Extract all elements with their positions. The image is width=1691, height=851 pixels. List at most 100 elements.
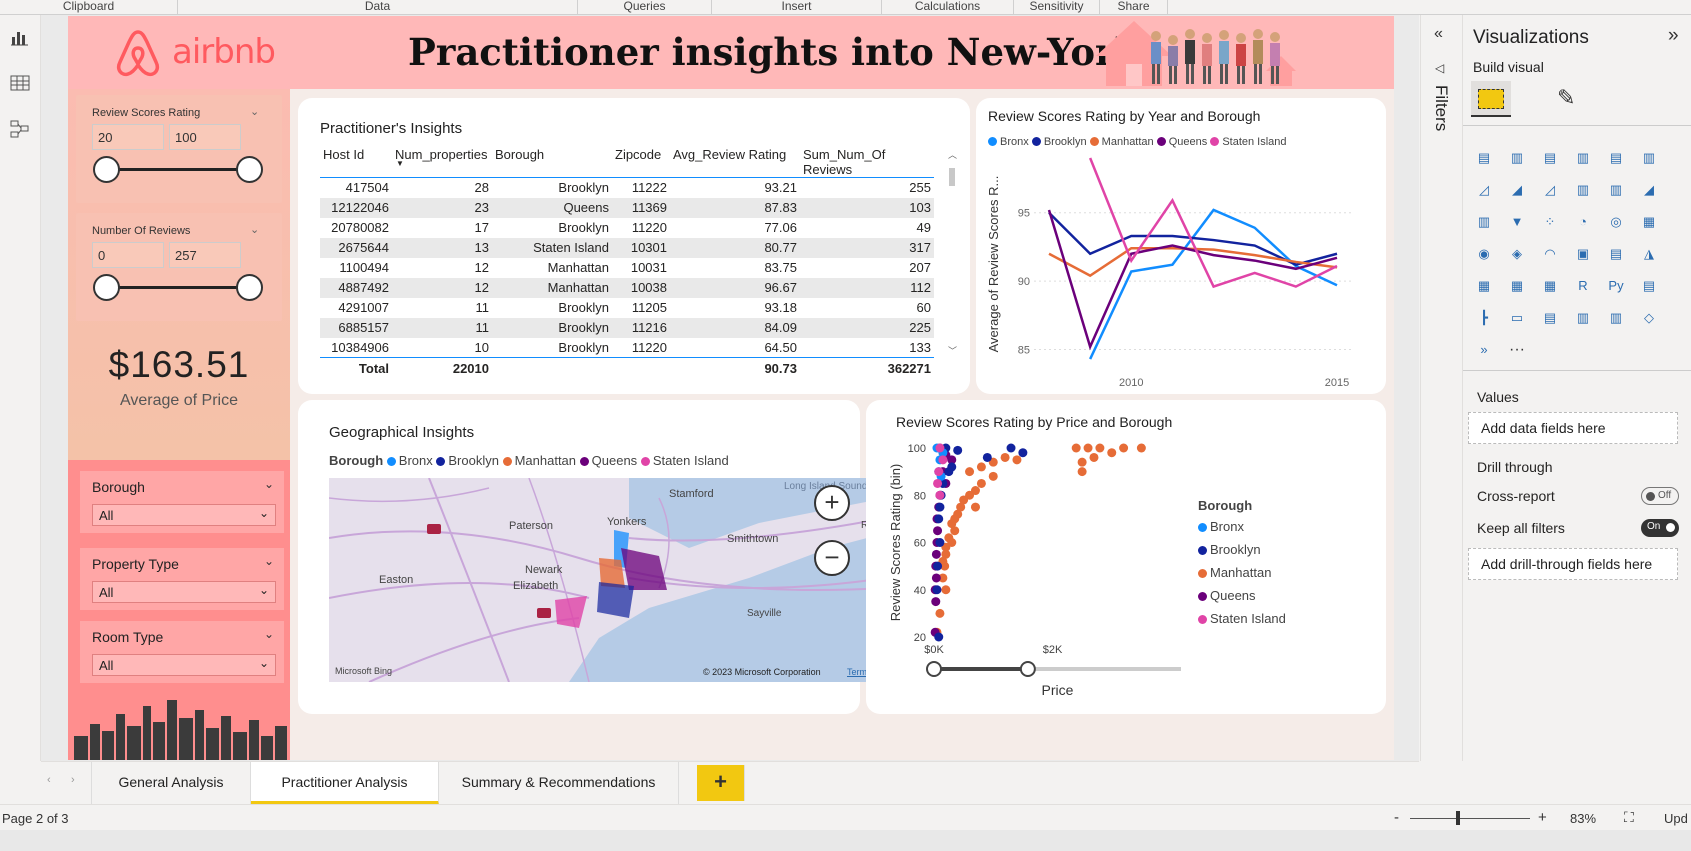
ribbon-group-insert[interactable]: Insert [712,0,882,15]
scatter-point[interactable] [1083,443,1093,453]
col-avg-review[interactable]: Avg_Review Rating [670,143,800,178]
slider-max-handle[interactable] [236,156,263,183]
scatter-point[interactable] [1077,457,1087,467]
price-slider-max-handle[interactable] [1019,661,1036,677]
pie-icon[interactable]: ◔ [1572,211,1594,233]
scatter-point[interactable] [1136,443,1146,453]
scatter-point[interactable] [970,502,980,512]
filters-label[interactable]: Filters [1431,85,1451,131]
col-sum-reviews[interactable]: Sum_Num_Of Reviews [800,143,934,178]
card-icon[interactable]: ▣ [1572,243,1594,265]
line-column-icon[interactable]: ▥ [1572,179,1594,201]
range-min-input[interactable]: 0 [92,242,164,268]
donut-icon[interactable]: ◎ [1605,211,1627,233]
ribbon-group-data[interactable]: Data [178,0,578,15]
scatter-point[interactable] [935,538,945,547]
clustered-column-icon[interactable]: ▥ [1572,147,1594,169]
tab-scroll-right-icon[interactable]: › [71,774,75,786]
scatter-point[interactable] [935,608,945,618]
zoom-slider-track[interactable] [1410,818,1530,819]
legend-queens[interactable]: Queens [1198,588,1286,603]
series-line-brooklyn[interactable] [1048,211,1338,267]
get-more-visuals-icon[interactable]: » [1473,339,1495,361]
col-borough[interactable]: Borough [492,143,612,178]
scatter-point[interactable] [931,573,941,583]
scatter-point[interactable] [1006,443,1016,453]
table-row[interactable]: 10384906 10 Brooklyn 11220 64.50 133 [320,338,934,358]
scatter-point[interactable] [934,467,944,477]
zoom-out-button[interactable]: − [814,540,850,576]
slider-min-handle[interactable] [93,274,120,301]
scatter-point[interactable] [965,467,975,477]
scroll-thumb[interactable] [949,168,955,186]
ribbon-group-clipboard[interactable]: Clipboard [0,0,178,15]
scatter-point[interactable] [976,462,986,472]
scatter-point[interactable] [1119,443,1129,453]
paginated-report-icon[interactable]: ▥ [1572,307,1594,329]
room-type-dropdown[interactable]: Room Type ⌄ All ⌄ [80,621,284,683]
table-row[interactable]: 417504 28 Brooklyn 11222 93.21 255 [320,178,934,198]
legend-manhattan[interactable]: Manhattan [502,453,576,468]
legend-manhattan[interactable]: Manhattan [1198,565,1286,580]
table-view-icon[interactable] [8,73,32,97]
cross-report-toggle[interactable]: Off [1641,487,1679,505]
col-num-properties[interactable]: Num_properties ▼ [392,143,492,178]
filter-funnel-icon[interactable]: ◁ [1435,61,1444,75]
decomposition-tree-icon[interactable]: ┣ [1473,307,1495,329]
power-automate-icon[interactable]: ◇ [1638,307,1660,329]
legend-brooklyn[interactable]: Brooklyn [1031,136,1087,148]
area-chart-icon[interactable]: ◢ [1506,179,1528,201]
borough-dropdown[interactable]: Borough ⌄ All ⌄ [80,471,284,533]
table-scrollbar[interactable]: ︿ ﹀ [948,148,957,358]
scatter-point[interactable] [976,478,986,488]
gauge-icon[interactable]: ◠ [1539,243,1561,265]
r-visual-icon[interactable]: R [1572,275,1594,297]
ribbon-chart-icon[interactable]: ◢ [1638,179,1660,201]
series-line-queens[interactable] [1047,209,1338,351]
model-view-icon[interactable] [8,119,32,143]
stacked-bar-icon[interactable]: ▤ [1473,147,1495,169]
waterfall-icon[interactable]: ▥ [1473,211,1495,233]
slicer-icon[interactable]: ▦ [1473,275,1495,297]
scatter-point[interactable] [1095,443,1105,453]
scroll-up-icon[interactable]: ︿ [948,148,957,161]
scatter-chart[interactable]: 20 40 60 80 100 $0K $2K Review Scores Rating (b… [886,436,1186,706]
tab-scroll-left-icon[interactable]: ‹ [47,774,51,786]
chevron-down-icon[interactable]: ⌄ [250,223,259,236]
values-well[interactable]: Add data fields here [1468,412,1678,444]
scatter-point[interactable] [1107,448,1117,458]
zoom-out-icon[interactable]: - [1394,809,1399,826]
dropdown-select[interactable]: All ⌄ [92,654,276,676]
scatter-point[interactable] [935,502,945,512]
scatter-point[interactable] [935,443,945,453]
legend-bronx[interactable]: Bronx [1198,519,1286,534]
tab-practitioner-analysis[interactable]: Practitioner Analysis [251,762,439,805]
table-row[interactable]: 6885157 11 Brooklyn 11216 84.09 225 [320,317,934,338]
col-zipcode[interactable]: Zipcode [612,143,670,178]
chevron-down-icon[interactable]: ⌄ [250,105,259,118]
range-max-input[interactable]: 257 [169,242,241,268]
funnel-icon[interactable]: ▼ [1506,211,1528,233]
collapse-left-icon[interactable]: « [1434,25,1443,43]
scatter-point[interactable] [1012,455,1022,465]
map-view[interactable]: Stamford Paterson Yonkers Smithtown Newa… [329,478,886,682]
scatter-point[interactable] [934,514,944,524]
treemap-icon[interactable]: ▦ [1638,211,1660,233]
legend-staten-island[interactable]: Staten Island [1210,136,1287,148]
filled-map-icon[interactable]: ◈ [1506,243,1528,265]
table-icon[interactable]: ▦ [1506,275,1528,297]
fit-page-icon[interactable]: ⛶ [1624,809,1634,826]
scatter-icon[interactable]: ⁘ [1539,211,1561,233]
zoom-slider-handle[interactable] [1456,811,1460,825]
price-slider-min-handle[interactable] [926,661,942,677]
tab-summary-recommendations[interactable]: Summary & Recommendations [439,762,679,805]
scatter-point[interactable] [934,632,944,642]
legend-staten-island[interactable]: Staten Island [1198,611,1286,626]
kpi-icon[interactable]: ◮ [1638,243,1660,265]
legend-bronx[interactable]: Bronx [386,453,433,468]
scatter-point[interactable] [982,452,992,462]
scatter-point[interactable] [944,467,954,477]
report-view-icon[interactable] [8,27,32,51]
range-min-input[interactable]: 20 [92,124,164,150]
ribbon-group-sensitivity[interactable]: Sensitivity [1014,0,1100,15]
